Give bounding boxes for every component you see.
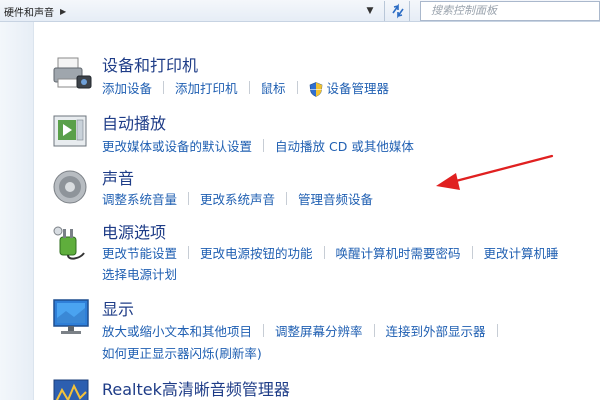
link-resize-text[interactable]: 放大或缩小文本和其他项目	[102, 321, 252, 340]
link-change-media-defaults[interactable]: 更改媒体或设备的默认设置	[102, 136, 252, 155]
category-links: 放大或缩小文本和其他项目 调整屏幕分辨率 连接到外部显示器	[102, 321, 509, 340]
speaker-icon[interactable]	[50, 165, 94, 209]
refresh-button[interactable]	[384, 1, 410, 21]
link-change-power-saving[interactable]: 更改节能设置	[102, 243, 177, 262]
link-divider	[323, 246, 325, 259]
link-divider	[163, 81, 165, 94]
link-change-system-sounds[interactable]: 更改系统声音	[200, 189, 275, 208]
link-divider	[286, 192, 288, 205]
link-divider	[296, 81, 298, 94]
link-mouse[interactable]: 鼠标	[261, 78, 286, 97]
category-links-row2: 选择电源计划	[102, 264, 177, 283]
link-power-button-function[interactable]: 更改电源按钮的功能	[200, 243, 313, 262]
link-choose-power-plan[interactable]: 选择电源计划	[102, 264, 177, 283]
link-divider	[188, 192, 190, 205]
category-links: 调整系统音量 更改系统声音 管理音频设备	[102, 189, 373, 208]
category-sound: 声音 调整系统音量 更改系统声音 管理音频设备	[50, 165, 600, 213]
category-realtek-audio: Realtek高清晰音频管理器	[50, 376, 600, 400]
navigation-pane	[0, 22, 34, 400]
link-divider	[263, 324, 265, 337]
link-add-printer[interactable]: 添加打印机	[175, 78, 238, 97]
link-autoplay-cd[interactable]: 自动播放 CD 或其他媒体	[275, 136, 414, 155]
link-device-manager[interactable]: 设备管理器	[309, 78, 390, 97]
realtek-audio-icon[interactable]	[50, 376, 94, 400]
category-links: 更改节能设置 更改电源按钮的功能 唤醒计算机时需要密码 更改计算机睡	[102, 243, 559, 262]
link-device-manager-label: 设备管理器	[326, 81, 390, 96]
link-adjust-volume[interactable]: 调整系统音量	[102, 189, 177, 208]
category-title[interactable]: 设备和打印机	[102, 52, 198, 76]
category-links: 添加设备 添加打印机 鼠标 设备管理器	[102, 78, 389, 97]
category-links-row2: 如何更正显示器闪烁(刷新率)	[102, 343, 262, 362]
monitor-icon[interactable]	[50, 296, 94, 340]
link-divider	[248, 81, 250, 94]
link-manage-audio-devices[interactable]: 管理音频设备	[298, 189, 373, 208]
breadcrumb-chevron-icon[interactable]: ▶	[60, 7, 66, 16]
uac-shield-icon	[309, 82, 322, 97]
link-divider	[188, 246, 190, 259]
link-connect-external-display[interactable]: 连接到外部显示器	[386, 321, 486, 340]
link-adjust-resolution[interactable]: 调整屏幕分辨率	[275, 321, 363, 340]
category-title[interactable]: Realtek高清晰音频管理器	[102, 376, 290, 400]
refresh-icon	[392, 3, 404, 19]
category-display: 显示 放大或缩小文本和其他项目 调整屏幕分辨率 连接到外部显示器 如何更正显示器…	[50, 296, 600, 362]
address-bar: 硬件和声音 ▶ ▼ 搜索控制面板	[0, 0, 600, 22]
link-divider	[373, 324, 375, 337]
category-autoplay: 自动播放 更改媒体或设备的默认设置 自动播放 CD 或其他媒体	[50, 110, 600, 158]
link-change-sleep[interactable]: 更改计算机睡	[484, 243, 559, 262]
search-input[interactable]: 搜索控制面板	[420, 1, 600, 21]
link-require-password-wake[interactable]: 唤醒计算机时需要密码	[336, 243, 461, 262]
category-links: 更改媒体或设备的默认设置 自动播放 CD 或其他媒体	[102, 136, 414, 155]
category-title[interactable]: 自动播放	[102, 110, 166, 134]
category-devices-printers: 设备和打印机 添加设备 添加打印机 鼠标 设备管理器	[50, 52, 600, 100]
printer-icon[interactable]	[50, 52, 94, 96]
address-dropdown-icon[interactable]: ▼	[362, 2, 378, 20]
category-title[interactable]: 电源选项	[102, 219, 166, 243]
autoplay-icon[interactable]	[50, 110, 94, 154]
breadcrumb[interactable]: 硬件和声音 ▶	[4, 1, 66, 21]
link-add-device[interactable]: 添加设备	[102, 78, 152, 97]
breadcrumb-current[interactable]: 硬件和声音	[4, 4, 54, 19]
link-fix-flicker[interactable]: 如何更正显示器闪烁(刷新率)	[102, 343, 262, 362]
power-plug-icon[interactable]	[50, 219, 94, 263]
category-power-options: 电源选项 更改节能设置 更改电源按钮的功能 唤醒计算机时需要密码 更改计算机睡 …	[50, 219, 600, 283]
category-title[interactable]: 声音	[102, 165, 134, 189]
link-divider	[471, 246, 473, 259]
link-divider	[263, 139, 265, 152]
link-divider	[496, 324, 498, 337]
category-title[interactable]: 显示	[102, 296, 134, 320]
